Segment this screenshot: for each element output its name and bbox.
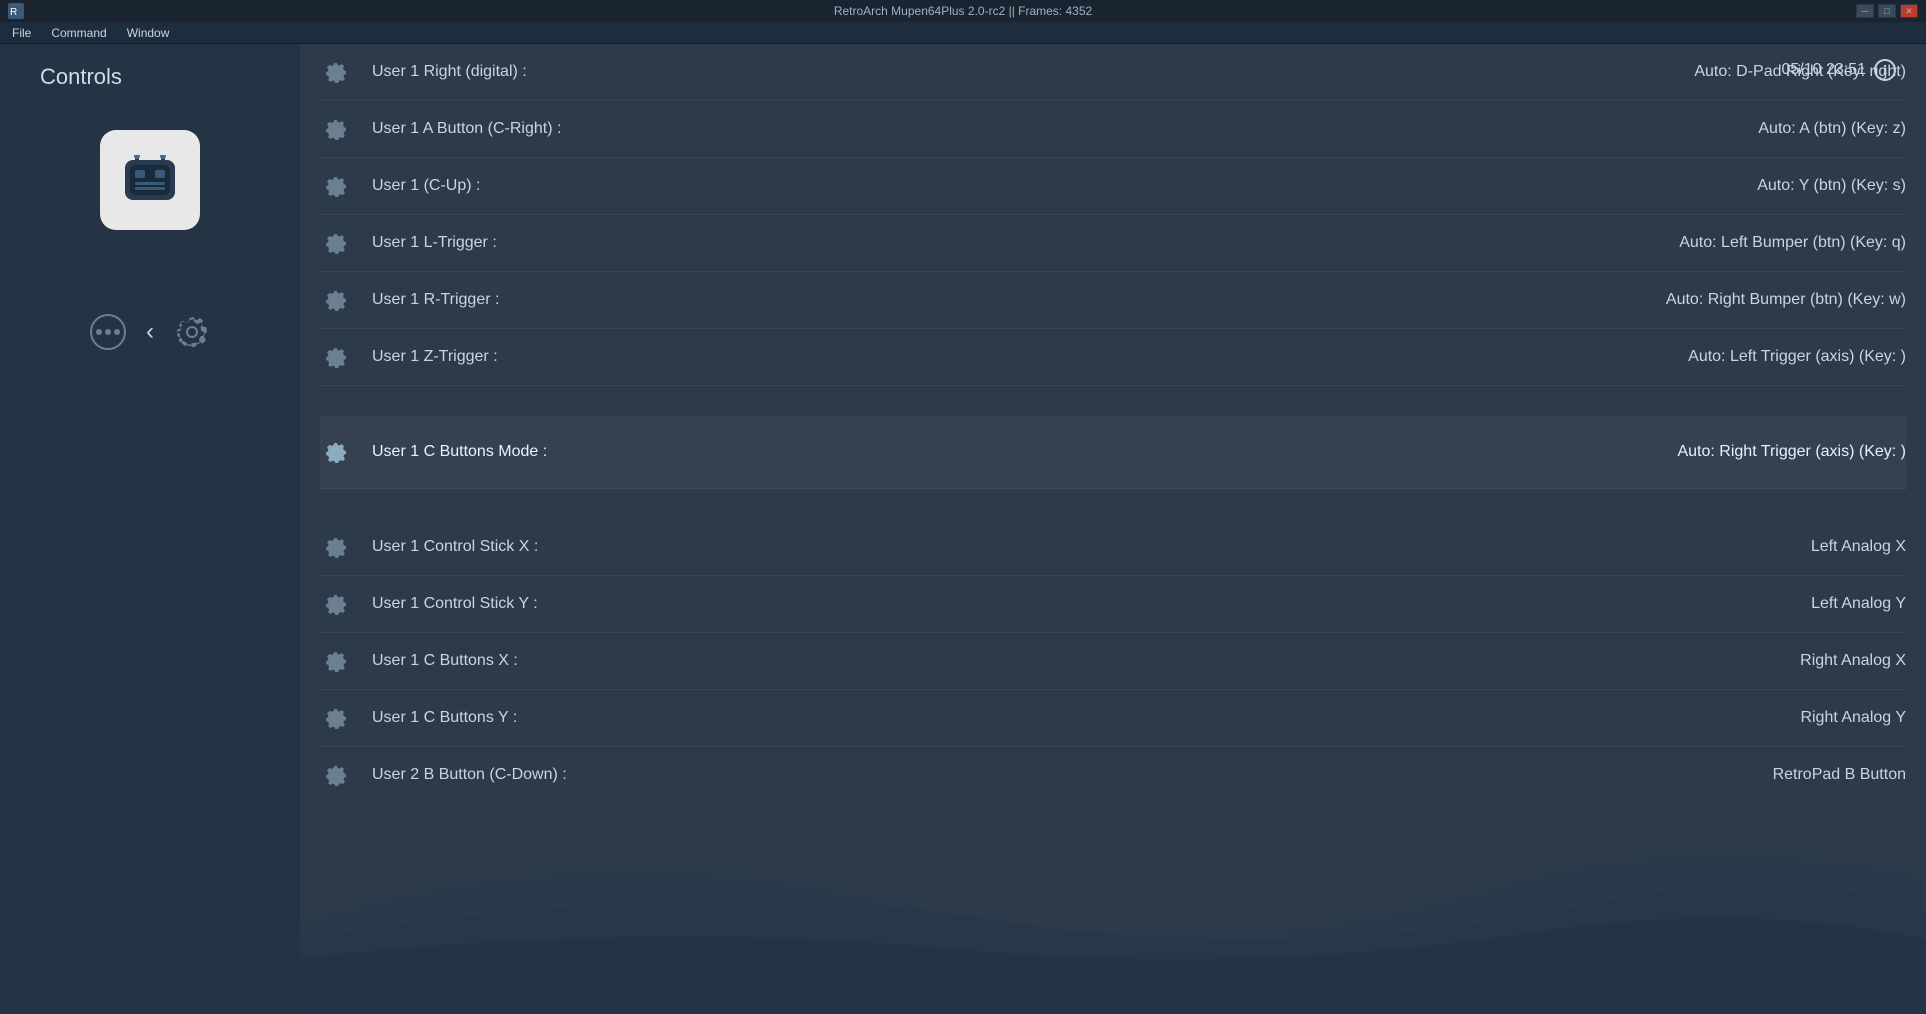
setting-label: User 2 B Button (C-Down) : [372, 766, 1506, 784]
titlebar: R RetroArch Mupen64Plus 2.0-rc2 || Frame… [0, 0, 1926, 22]
setting-value: Auto: Left Bumper (btn) (Key: q) [1506, 234, 1906, 252]
content-area[interactable]: 05/10 23:51 ℹ User 1 Right (digital) : A… [300, 44, 1926, 1014]
setting-label: User 1 R-Trigger : [372, 291, 1506, 309]
gear-icon[interactable] [320, 284, 352, 316]
gear-icon[interactable] [320, 56, 352, 88]
table-row: User 1 L-Trigger : Auto: Left Bumper (bt… [320, 215, 1906, 272]
setting-value: Auto: Right Bumper (btn) (Key: w) [1506, 291, 1906, 309]
setting-label: User 1 Right (digital) : [372, 63, 1506, 81]
svg-text:R: R [10, 7, 17, 18]
setting-value: Auto: Y (btn) (Key: s) [1506, 177, 1906, 195]
table-row: User 1 Control Stick Y : Left Analog Y [320, 576, 1906, 633]
setting-label: User 1 A Button (C-Right) : [372, 120, 1506, 138]
setting-value: Auto: Right Trigger (axis) (Key: ) [1506, 443, 1906, 461]
gear-icon[interactable] [320, 341, 352, 373]
table-row: User 1 (C-Up) : Auto: Y (btn) (Key: s) [320, 158, 1906, 215]
setting-value: RetroPad B Button [1506, 766, 1906, 784]
table-row: User 1 Control Stick X : Left Analog X [320, 519, 1906, 576]
setting-label: User 1 C Buttons Mode : [372, 443, 1506, 461]
dots-icon [86, 310, 130, 354]
gear-icon[interactable] [320, 645, 352, 677]
titlebar-app-icon: R [8, 3, 24, 19]
minimize-button[interactable]: ─ [1856, 4, 1874, 18]
gear-icon[interactable] [320, 531, 352, 563]
gear-icon[interactable] [320, 588, 352, 620]
setting-label: User 1 C Buttons X : [372, 652, 1506, 670]
setting-value: Right Analog X [1506, 652, 1906, 670]
sidebar: Controls [0, 44, 300, 1014]
info-icon: ℹ [1874, 59, 1896, 81]
app-icon [100, 130, 200, 230]
gear-icon[interactable] [320, 436, 352, 468]
titlebar-title: RetroArch Mupen64Plus 2.0-rc2 || Frames:… [834, 4, 1092, 18]
timestamp-text: 05/10 23:51 [1781, 61, 1866, 79]
table-row-highlighted: User 1 C Buttons Mode : Auto: Right Trig… [320, 416, 1906, 489]
setting-value: Auto: Left Trigger (axis) (Key: ) [1506, 348, 1906, 366]
setting-label: User 1 Control Stick Y : [372, 595, 1506, 613]
setting-value: Right Analog Y [1506, 709, 1906, 727]
gear-icon[interactable] [320, 702, 352, 734]
setting-label: User 1 L-Trigger : [372, 234, 1506, 252]
menu-command[interactable]: Command [43, 24, 114, 42]
back-button[interactable]: ‹ [146, 318, 154, 346]
table-row: User 1 C Buttons X : Right Analog X [320, 633, 1906, 690]
setting-label: User 1 Z-Trigger : [372, 348, 1506, 366]
settings-list: User 1 Right (digital) : Auto: D-Pad Rig… [300, 44, 1926, 803]
settings-icon[interactable] [170, 310, 214, 354]
maximize-button[interactable]: □ [1878, 4, 1896, 18]
setting-label: User 1 C Buttons Y : [372, 709, 1506, 727]
nav-controls: ‹ [86, 310, 214, 354]
menu-window[interactable]: Window [119, 24, 178, 42]
table-row: User 1 C Buttons Y : Right Analog Y [320, 690, 1906, 747]
table-row: User 1 Z-Trigger : Auto: Left Trigger (a… [320, 329, 1906, 386]
sidebar-title: Controls [0, 64, 122, 90]
setting-value: Auto: A (btn) (Key: z) [1506, 120, 1906, 138]
table-row: User 1 R-Trigger : Auto: Right Bumper (b… [320, 272, 1906, 329]
menubar: File Command Window [0, 22, 1926, 44]
gear-icon[interactable] [320, 759, 352, 791]
main-area: Controls [0, 44, 1926, 1014]
table-row: User 1 A Button (C-Right) : Auto: A (btn… [320, 101, 1906, 158]
menu-file[interactable]: File [4, 24, 39, 42]
table-row: User 1 Right (digital) : Auto: D-Pad Rig… [320, 44, 1906, 101]
setting-value: Left Analog X [1506, 538, 1906, 556]
close-button[interactable]: ✕ [1900, 4, 1918, 18]
gear-icon[interactable] [320, 170, 352, 202]
setting-value: Left Analog Y [1506, 595, 1906, 613]
table-row: User 2 B Button (C-Down) : RetroPad B Bu… [320, 747, 1906, 803]
setting-label: User 1 Control Stick X : [372, 538, 1506, 556]
titlebar-controls: ─ □ ✕ [1856, 4, 1918, 18]
timestamp: 05/10 23:51 ℹ [1781, 59, 1896, 81]
gear-icon[interactable] [320, 227, 352, 259]
setting-label: User 1 (C-Up) : [372, 177, 1506, 195]
gear-icon[interactable] [320, 113, 352, 145]
